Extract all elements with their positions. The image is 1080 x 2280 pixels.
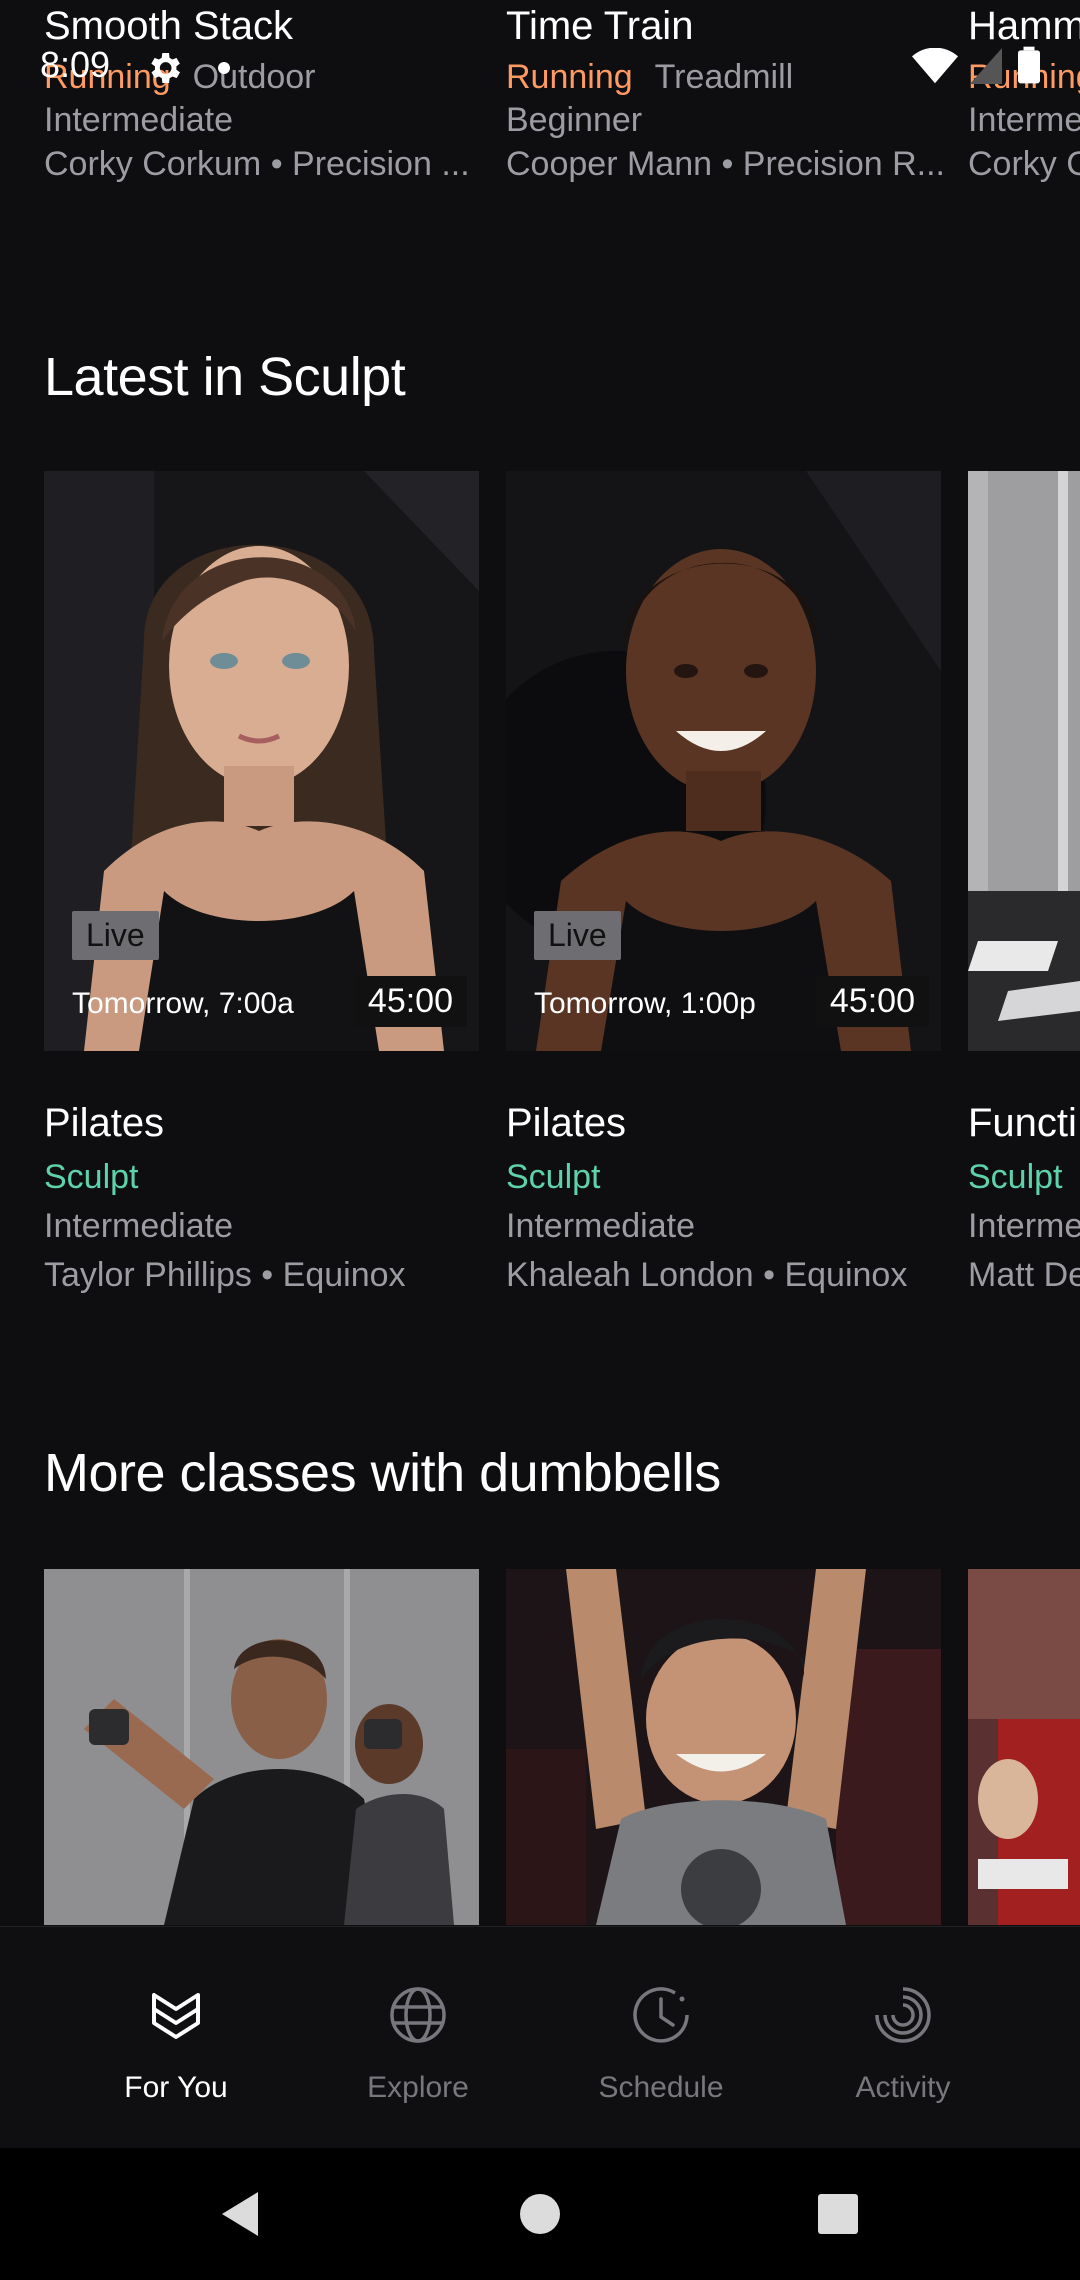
class-instructor: Khaleah London • Equinox: [506, 1256, 908, 1294]
nav-label: Explore: [367, 2071, 469, 2104]
class-card-partial[interactable]: Hamm Running Interme Corky C: [968, 0, 1080, 186]
section-title-dumbbells: More classes with dumbbells: [44, 1443, 721, 1503]
instructor-photo: [44, 471, 479, 1051]
instructor-photo: [506, 471, 941, 1051]
class-title: Pilates: [506, 1101, 627, 1145]
class-thumbnail[interactable]: Live Tomorrow, 7:00a 45:00: [44, 471, 479, 1051]
home-icon[interactable]: [504, 2178, 576, 2250]
class-level: Intermediate: [44, 1207, 233, 1245]
nav-label: For You: [124, 2071, 228, 2104]
class-level: Intermediate: [44, 101, 233, 139]
class-photo: [506, 1569, 941, 1925]
section-title-sculpt: Latest in Sculpt: [44, 347, 406, 407]
nav-for-you[interactable]: For You: [76, 1927, 276, 2149]
class-card-time-train[interactable]: Time Train Running Treadmill Beginner Coo…: [506, 0, 946, 186]
sculpt-card-taylor[interactable]: Live Tomorrow, 7:00a 45:00 Pilates Sculp…: [44, 471, 479, 1295]
class-instructor: Matt De: [968, 1256, 1080, 1294]
class-subcategory: Treadmill: [654, 58, 794, 96]
class-level: Intermediate: [506, 1207, 695, 1245]
class-level: Beginner: [506, 101, 643, 139]
class-instructor: Corky Corkum • Precision ...: [44, 145, 470, 183]
class-start-time: Tomorrow, 1:00p: [534, 987, 756, 1020]
class-category: Sculpt: [44, 1158, 139, 1196]
class-category: Sculpt: [506, 1158, 601, 1196]
class-subcategory: Outdoor: [192, 58, 316, 96]
nav-activity[interactable]: Activity: [803, 1927, 1003, 2149]
class-level: Interme: [968, 101, 1080, 139]
dumbbell-class-card[interactable]: [44, 1569, 479, 1925]
class-level: Interme: [968, 1207, 1080, 1245]
clock-icon: [633, 1987, 689, 2043]
bottom-nav: For You Explore Schedule Activity: [0, 1926, 1080, 2148]
dumbbell-class-card[interactable]: [506, 1569, 941, 1925]
class-thumbnail[interactable]: Live Tomorrow, 1:00p 45:00: [506, 471, 941, 1051]
class-title: Time Train: [506, 4, 694, 48]
live-badge: Live: [534, 911, 621, 960]
class-photo: [968, 1569, 1080, 1925]
dumbbell-class-card-partial[interactable]: [968, 1569, 1080, 1925]
class-tags: Running: [968, 56, 1080, 98]
class-title: Hamm: [968, 4, 1080, 48]
class-tags: Running Outdoor: [44, 56, 484, 98]
class-photo: [968, 471, 1080, 1051]
running-carousel[interactable]: Smooth Stack Running Outdoor Intermediate…: [0, 0, 1080, 200]
system-nav-bar: [0, 2148, 1080, 2280]
class-card-smooth-stack[interactable]: Smooth Stack Running Outdoor Intermediate…: [44, 0, 484, 186]
globe-icon: [390, 1987, 446, 2043]
class-category: Running: [44, 58, 171, 96]
class-photo: [44, 1569, 479, 1925]
back-icon[interactable]: [204, 2178, 276, 2250]
class-instructor: Cooper Mann • Precision R...: [506, 145, 945, 183]
class-duration: 45:00: [353, 976, 467, 1027]
class-title: Functi: [968, 1101, 1077, 1145]
class-start-time: Tomorrow, 7:00a: [72, 987, 294, 1020]
nav-label: Activity: [855, 2071, 951, 2104]
sculpt-card-khaleah[interactable]: Live Tomorrow, 1:00p 45:00 Pilates Sculp…: [506, 471, 941, 1295]
nav-label: Schedule: [598, 2071, 724, 2104]
for-you-icon: [152, 1993, 200, 2039]
class-category: Sculpt: [968, 1158, 1063, 1196]
class-tags: Running Treadmill: [506, 56, 946, 98]
class-instructor: Corky C: [968, 145, 1080, 183]
live-badge: Live: [72, 911, 159, 960]
nav-schedule[interactable]: Schedule: [561, 1927, 761, 2149]
sculpt-card-partial[interactable]: Functi Sculpt Interme Matt De: [968, 471, 1080, 1295]
class-thumbnail[interactable]: [968, 471, 1080, 1051]
class-duration: 45:00: [815, 976, 929, 1027]
nav-explore[interactable]: Explore: [318, 1927, 518, 2149]
class-category: Running: [506, 58, 633, 96]
recents-icon[interactable]: [802, 2178, 874, 2250]
class-category: Running: [968, 58, 1080, 96]
activity-rings-icon: [875, 1987, 931, 2043]
class-instructor: Taylor Phillips • Equinox: [44, 1256, 406, 1294]
class-title: Smooth Stack: [44, 4, 294, 48]
class-title: Pilates: [44, 1101, 165, 1145]
